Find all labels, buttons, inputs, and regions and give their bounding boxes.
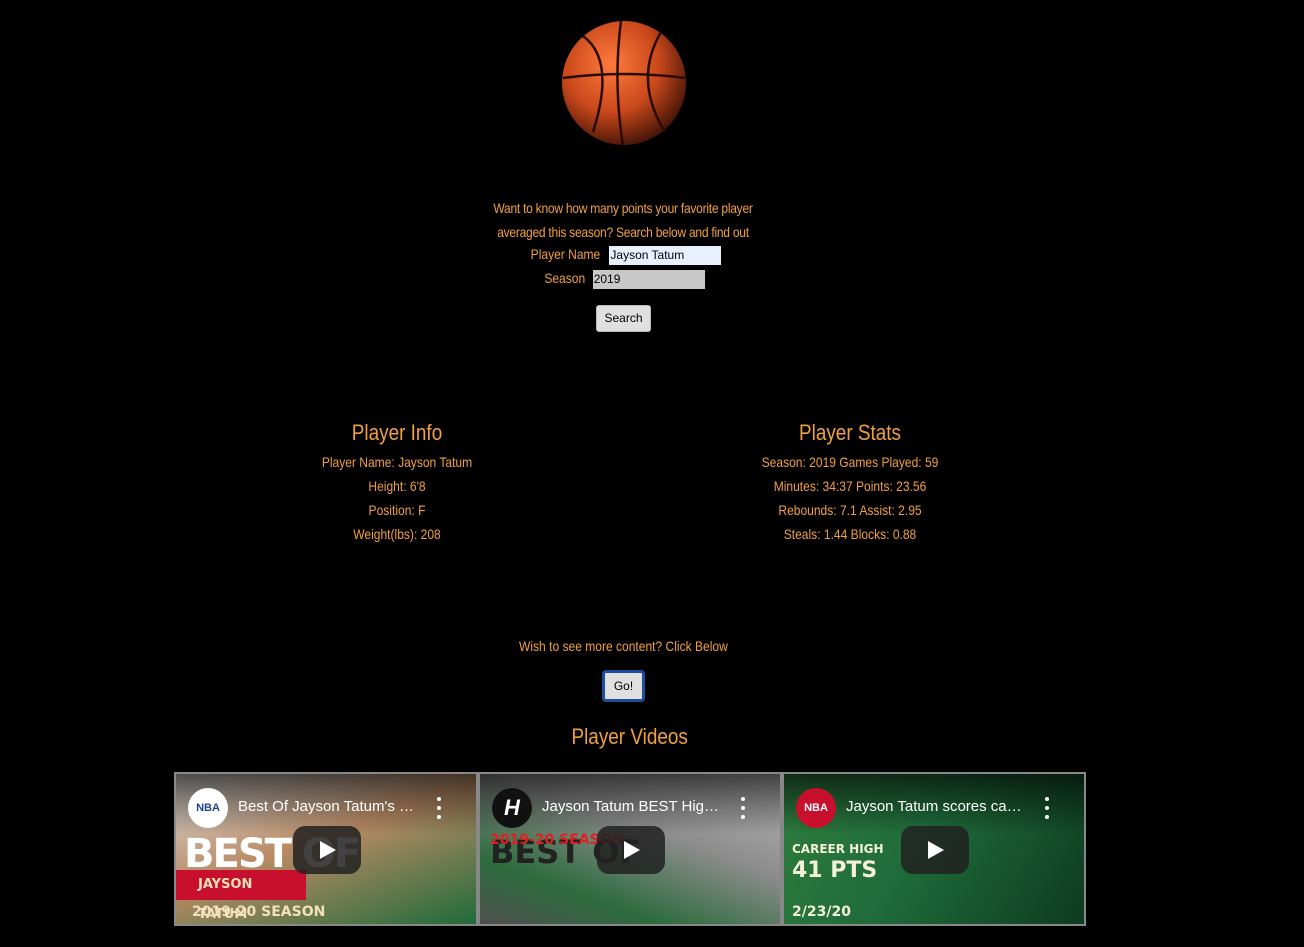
thumbnail-caption: 2/23/20: [792, 904, 851, 920]
thumbnail-caption: 41 PTS: [792, 858, 878, 883]
player-stats-panel: Player Stats Season: 2019 Games Played: …: [700, 418, 1000, 546]
player-height-text: Height: 6'8: [368, 478, 426, 494]
play-button[interactable]: [293, 826, 361, 874]
basketball-icon: [562, 20, 686, 146]
basketball-logo: [561, 20, 687, 146]
channel-avatar[interactable]: H: [492, 788, 532, 828]
player-name-text: Player Name: Jayson Tatum: [321, 454, 473, 470]
more-content-text: Wish to see more content? Click Below: [518, 638, 728, 654]
video-title[interactable]: Best Of Jayson Tatum's 2019-20 Season: [238, 798, 418, 815]
player-info-heading: Player Info: [351, 420, 443, 445]
video-embed-2[interactable]: BEST OF 2019-20 SEASON H Jayson Tatum BE…: [478, 772, 782, 926]
stats-line-season-games: Season: 2019 Games Played: 59: [761, 454, 939, 470]
stats-line-steals-blocks: Steals: 1.44 Blocks: 0.88: [783, 526, 917, 542]
go-button[interactable]: Go!: [602, 670, 645, 702]
player-name-input[interactable]: [609, 245, 722, 265]
video-embed-1[interactable]: BEST OF JAYSON TATUM 2019-20 SEASON NBA …: [174, 772, 478, 926]
season-row: Season: [400, 266, 846, 290]
search-intro: Want to know how many points your favori…: [493, 200, 753, 240]
player-videos-heading-text: Player Videos: [571, 724, 689, 749]
search-button[interactable]: Search: [596, 305, 651, 332]
player-name-label: Player Name: [530, 246, 600, 262]
video-strip: BEST OF JAYSON TATUM 2019-20 SEASON NBA …: [174, 772, 1086, 926]
thumbnail-caption: 2019-20 SEASON: [192, 904, 326, 920]
channel-avatar[interactable]: NBA: [796, 788, 836, 828]
more-vert-icon[interactable]: [1042, 794, 1052, 822]
video-embed-3[interactable]: CAREER HIGH 41 PTS 2/23/20 NBA Jayson Ta…: [782, 772, 1086, 926]
player-stats-heading: Player Stats: [798, 420, 901, 445]
channel-avatar[interactable]: NBA: [188, 788, 228, 828]
season-input[interactable]: [592, 269, 705, 289]
player-name-row: Player Name: [400, 242, 846, 266]
play-button[interactable]: [901, 826, 969, 874]
more-vert-icon[interactable]: [738, 794, 748, 822]
stats-line-minutes-points: Minutes: 34:37 Points: 23.56: [773, 478, 927, 494]
season-label: Season: [544, 270, 586, 286]
stats-line-rebounds-assists: Rebounds: 7.1 Assist: 2.95: [778, 502, 922, 518]
play-button[interactable]: [597, 826, 665, 874]
player-weight-text: Weight(lbs): 208: [353, 526, 441, 542]
player-videos-heading: Player Videos: [480, 722, 780, 752]
more-vert-icon[interactable]: [434, 794, 444, 822]
video-title[interactable]: Jayson Tatum BEST Highlights 2019-20 Sea…: [542, 798, 722, 815]
player-info-panel: Player Info Player Name: Jayson Tatum He…: [247, 418, 547, 546]
thumbnail-caption: CAREER HIGH: [792, 842, 884, 856]
video-title[interactable]: Jayson Tatum scores career high 41 pts: [846, 798, 1026, 815]
thumbnail-caption: JAYSON TATUM: [176, 870, 306, 922]
player-position-text: Position: F: [368, 502, 426, 518]
more-content-prompt: Wish to see more content? Click Below: [400, 634, 846, 658]
